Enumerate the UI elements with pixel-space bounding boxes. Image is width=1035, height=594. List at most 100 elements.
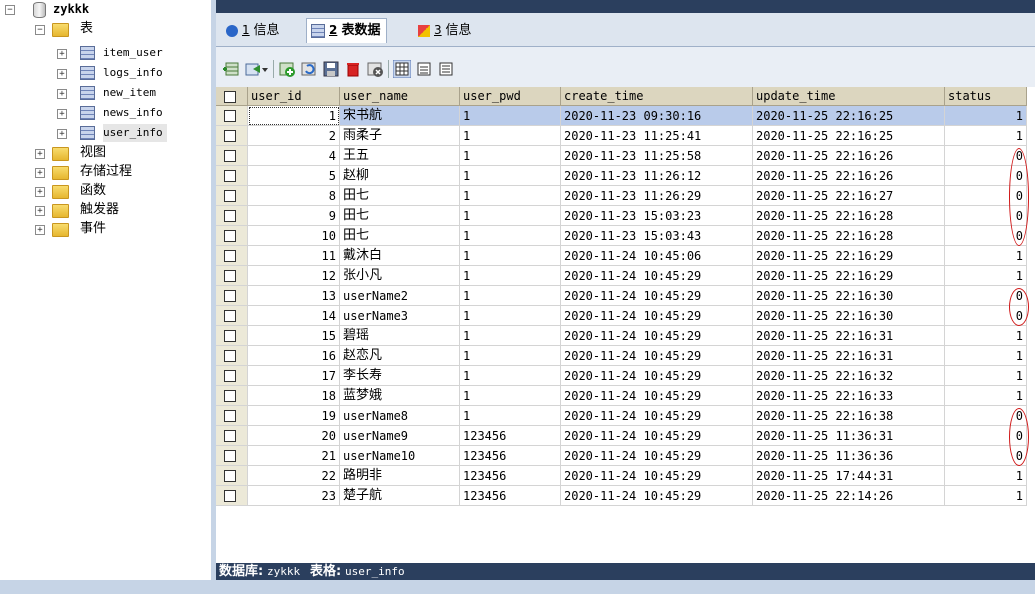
tab-table-data[interactable]: 2 表数据 [306, 18, 387, 43]
row-checkbox-cell[interactable] [216, 326, 248, 346]
cell-create_time[interactable]: 2020-11-23 11:25:58 [561, 146, 753, 166]
cell-user_id[interactable]: 4 [248, 146, 340, 166]
cell-create_time[interactable]: 2020-11-23 11:26:12 [561, 166, 753, 186]
cell-user_id[interactable]: 16 [248, 346, 340, 366]
cell-update_time[interactable]: 2020-11-25 22:16:33 [753, 386, 945, 406]
form-view-icon[interactable] [415, 60, 433, 78]
cell-update_time[interactable]: 2020-11-25 22:16:30 [753, 306, 945, 326]
cell-status[interactable]: 1 [945, 326, 1027, 346]
text-view-icon[interactable] [437, 60, 455, 78]
cell-status[interactable]: 0 [945, 446, 1027, 466]
cell-status[interactable]: 1 [945, 466, 1027, 486]
tree-database-label[interactable]: zykkk [53, 0, 89, 18]
cell-update_time[interactable]: 2020-11-25 22:16:29 [753, 246, 945, 266]
table-row[interactable]: 22 路明非 123456 2020-11-24 10:45:29 2020-11-25… [216, 466, 1035, 486]
row-checkbox-cell[interactable] [216, 366, 248, 386]
expand-table-icon[interactable]: + [57, 69, 67, 79]
cell-status[interactable]: 1 [945, 366, 1027, 386]
cell-user_pwd[interactable]: 1 [460, 226, 561, 246]
cell-update_time[interactable]: 2020-11-25 11:36:36 [753, 446, 945, 466]
table-row[interactable]: 2 雨柔子 1 2020-11-23 11:25:41 2020-11-25 22:16… [216, 126, 1035, 146]
clear-icon[interactable] [366, 60, 384, 78]
tree-table-user_info[interactable]: user_info [103, 124, 167, 142]
row-checkbox-cell[interactable] [216, 246, 248, 266]
cell-user_pwd[interactable]: 1 [460, 266, 561, 286]
cell-create_time[interactable]: 2020-11-24 10:45:29 [561, 326, 753, 346]
cell-update_time[interactable]: 2020-11-25 17:44:31 [753, 466, 945, 486]
row-checkbox[interactable] [224, 230, 236, 242]
cell-user_name[interactable]: 田七 [340, 186, 460, 206]
expand-folder-icon[interactable]: + [35, 206, 45, 216]
expand-folder-icon[interactable]: + [35, 149, 45, 159]
cell-user_pwd[interactable]: 1 [460, 366, 561, 386]
cell-status[interactable]: 1 [945, 486, 1027, 506]
select-all-header[interactable] [216, 87, 248, 106]
cell-status[interactable]: 1 [945, 266, 1027, 286]
cell-update_time[interactable]: 2020-11-25 22:16:29 [753, 266, 945, 286]
cell-user_pwd[interactable]: 1 [460, 106, 561, 126]
row-checkbox[interactable] [224, 310, 236, 322]
row-checkbox[interactable] [224, 190, 236, 202]
cell-user_name[interactable]: 蓝梦娥 [340, 386, 460, 406]
column-header-create_time[interactable]: create_time [561, 87, 753, 106]
cell-user_name[interactable]: 楚子航 [340, 486, 460, 506]
cell-user_pwd[interactable]: 123456 [460, 486, 561, 506]
cell-user_name[interactable]: userName10 [340, 446, 460, 466]
cell-update_time[interactable]: 2020-11-25 22:16:31 [753, 346, 945, 366]
row-checkbox-cell[interactable] [216, 126, 248, 146]
cell-user_name[interactable]: 李长寿 [340, 366, 460, 386]
table-row[interactable]: 15 碧瑶 1 2020-11-24 10:45:29 2020-11-25 22:16… [216, 326, 1035, 346]
table-row[interactable]: 9 田七 1 2020-11-23 15:03:23 2020-11-25 22:16:… [216, 206, 1035, 226]
tree-table-news_info[interactable]: news_info [103, 104, 163, 122]
cell-status[interactable]: 1 [945, 126, 1027, 146]
cell-user_pwd[interactable]: 1 [460, 246, 561, 266]
cell-user_id[interactable]: 20 [248, 426, 340, 446]
table-row[interactable]: 4 王五 1 2020-11-23 11:25:58 2020-11-25 22:16:… [216, 146, 1035, 166]
cell-create_time[interactable]: 2020-11-24 10:45:29 [561, 306, 753, 326]
dropdown-arrow-icon[interactable] [260, 60, 270, 78]
tab-info-3[interactable]: 3 信息 [414, 19, 476, 41]
row-checkbox[interactable] [224, 490, 236, 502]
cell-create_time[interactable]: 2020-11-24 10:45:29 [561, 366, 753, 386]
cell-user_id[interactable]: 15 [248, 326, 340, 346]
row-checkbox[interactable] [224, 170, 236, 182]
cell-update_time[interactable]: 2020-11-25 22:16:31 [753, 326, 945, 346]
table-row[interactable]: 19 userName8 1 2020-11-24 10:45:29 2020-11-2… [216, 406, 1035, 426]
cell-user_pwd[interactable]: 1 [460, 206, 561, 226]
cell-update_time[interactable]: 2020-11-25 22:14:26 [753, 486, 945, 506]
cell-create_time[interactable]: 2020-11-24 10:45:29 [561, 386, 753, 406]
cell-user_pwd[interactable]: 1 [460, 346, 561, 366]
add-row-icon[interactable] [278, 60, 296, 78]
row-checkbox[interactable] [224, 130, 236, 142]
row-checkbox[interactable] [224, 350, 236, 362]
cell-create_time[interactable]: 2020-11-23 11:26:29 [561, 186, 753, 206]
row-checkbox-cell[interactable] [216, 166, 248, 186]
cell-create_time[interactable]: 2020-11-24 10:45:29 [561, 346, 753, 366]
table-row[interactable]: 13 userName2 1 2020-11-24 10:45:29 2020-11-2… [216, 286, 1035, 306]
tree-folder-label[interactable]: 触发器 [80, 201, 119, 219]
cell-user_id[interactable]: 10 [248, 226, 340, 246]
row-checkbox[interactable] [224, 110, 236, 122]
table-row[interactable]: 12 张小凡 1 2020-11-24 10:45:29 2020-11-25 22:1… [216, 266, 1035, 286]
row-checkbox[interactable] [224, 210, 236, 222]
cell-status[interactable]: 0 [945, 286, 1027, 306]
row-checkbox[interactable] [224, 410, 236, 422]
row-checkbox[interactable] [224, 430, 236, 442]
table-row[interactable]: 11 戴沐白 1 2020-11-24 10:45:06 2020-11-25 22:1… [216, 246, 1035, 266]
cell-create_time[interactable]: 2020-11-24 10:45:29 [561, 466, 753, 486]
expand-table-icon[interactable]: + [57, 129, 67, 139]
tree-table-new_item[interactable]: new_item [103, 84, 156, 102]
cell-user_pwd[interactable]: 1 [460, 126, 561, 146]
column-header-user_pwd[interactable]: user_pwd [460, 87, 561, 106]
cell-user_id[interactable]: 23 [248, 486, 340, 506]
cell-update_time[interactable]: 2020-11-25 22:16:26 [753, 146, 945, 166]
cell-update_time[interactable]: 2020-11-25 22:16:30 [753, 286, 945, 306]
row-checkbox-cell[interactable] [216, 146, 248, 166]
row-checkbox[interactable] [224, 150, 236, 162]
cell-status[interactable]: 0 [945, 186, 1027, 206]
cell-user_id[interactable]: 22 [248, 466, 340, 486]
cell-update_time[interactable]: 2020-11-25 22:16:32 [753, 366, 945, 386]
cell-user_name[interactable]: 赵恋凡 [340, 346, 460, 366]
cell-status[interactable]: 1 [945, 346, 1027, 366]
column-header-user_id[interactable]: user_id [248, 87, 340, 106]
